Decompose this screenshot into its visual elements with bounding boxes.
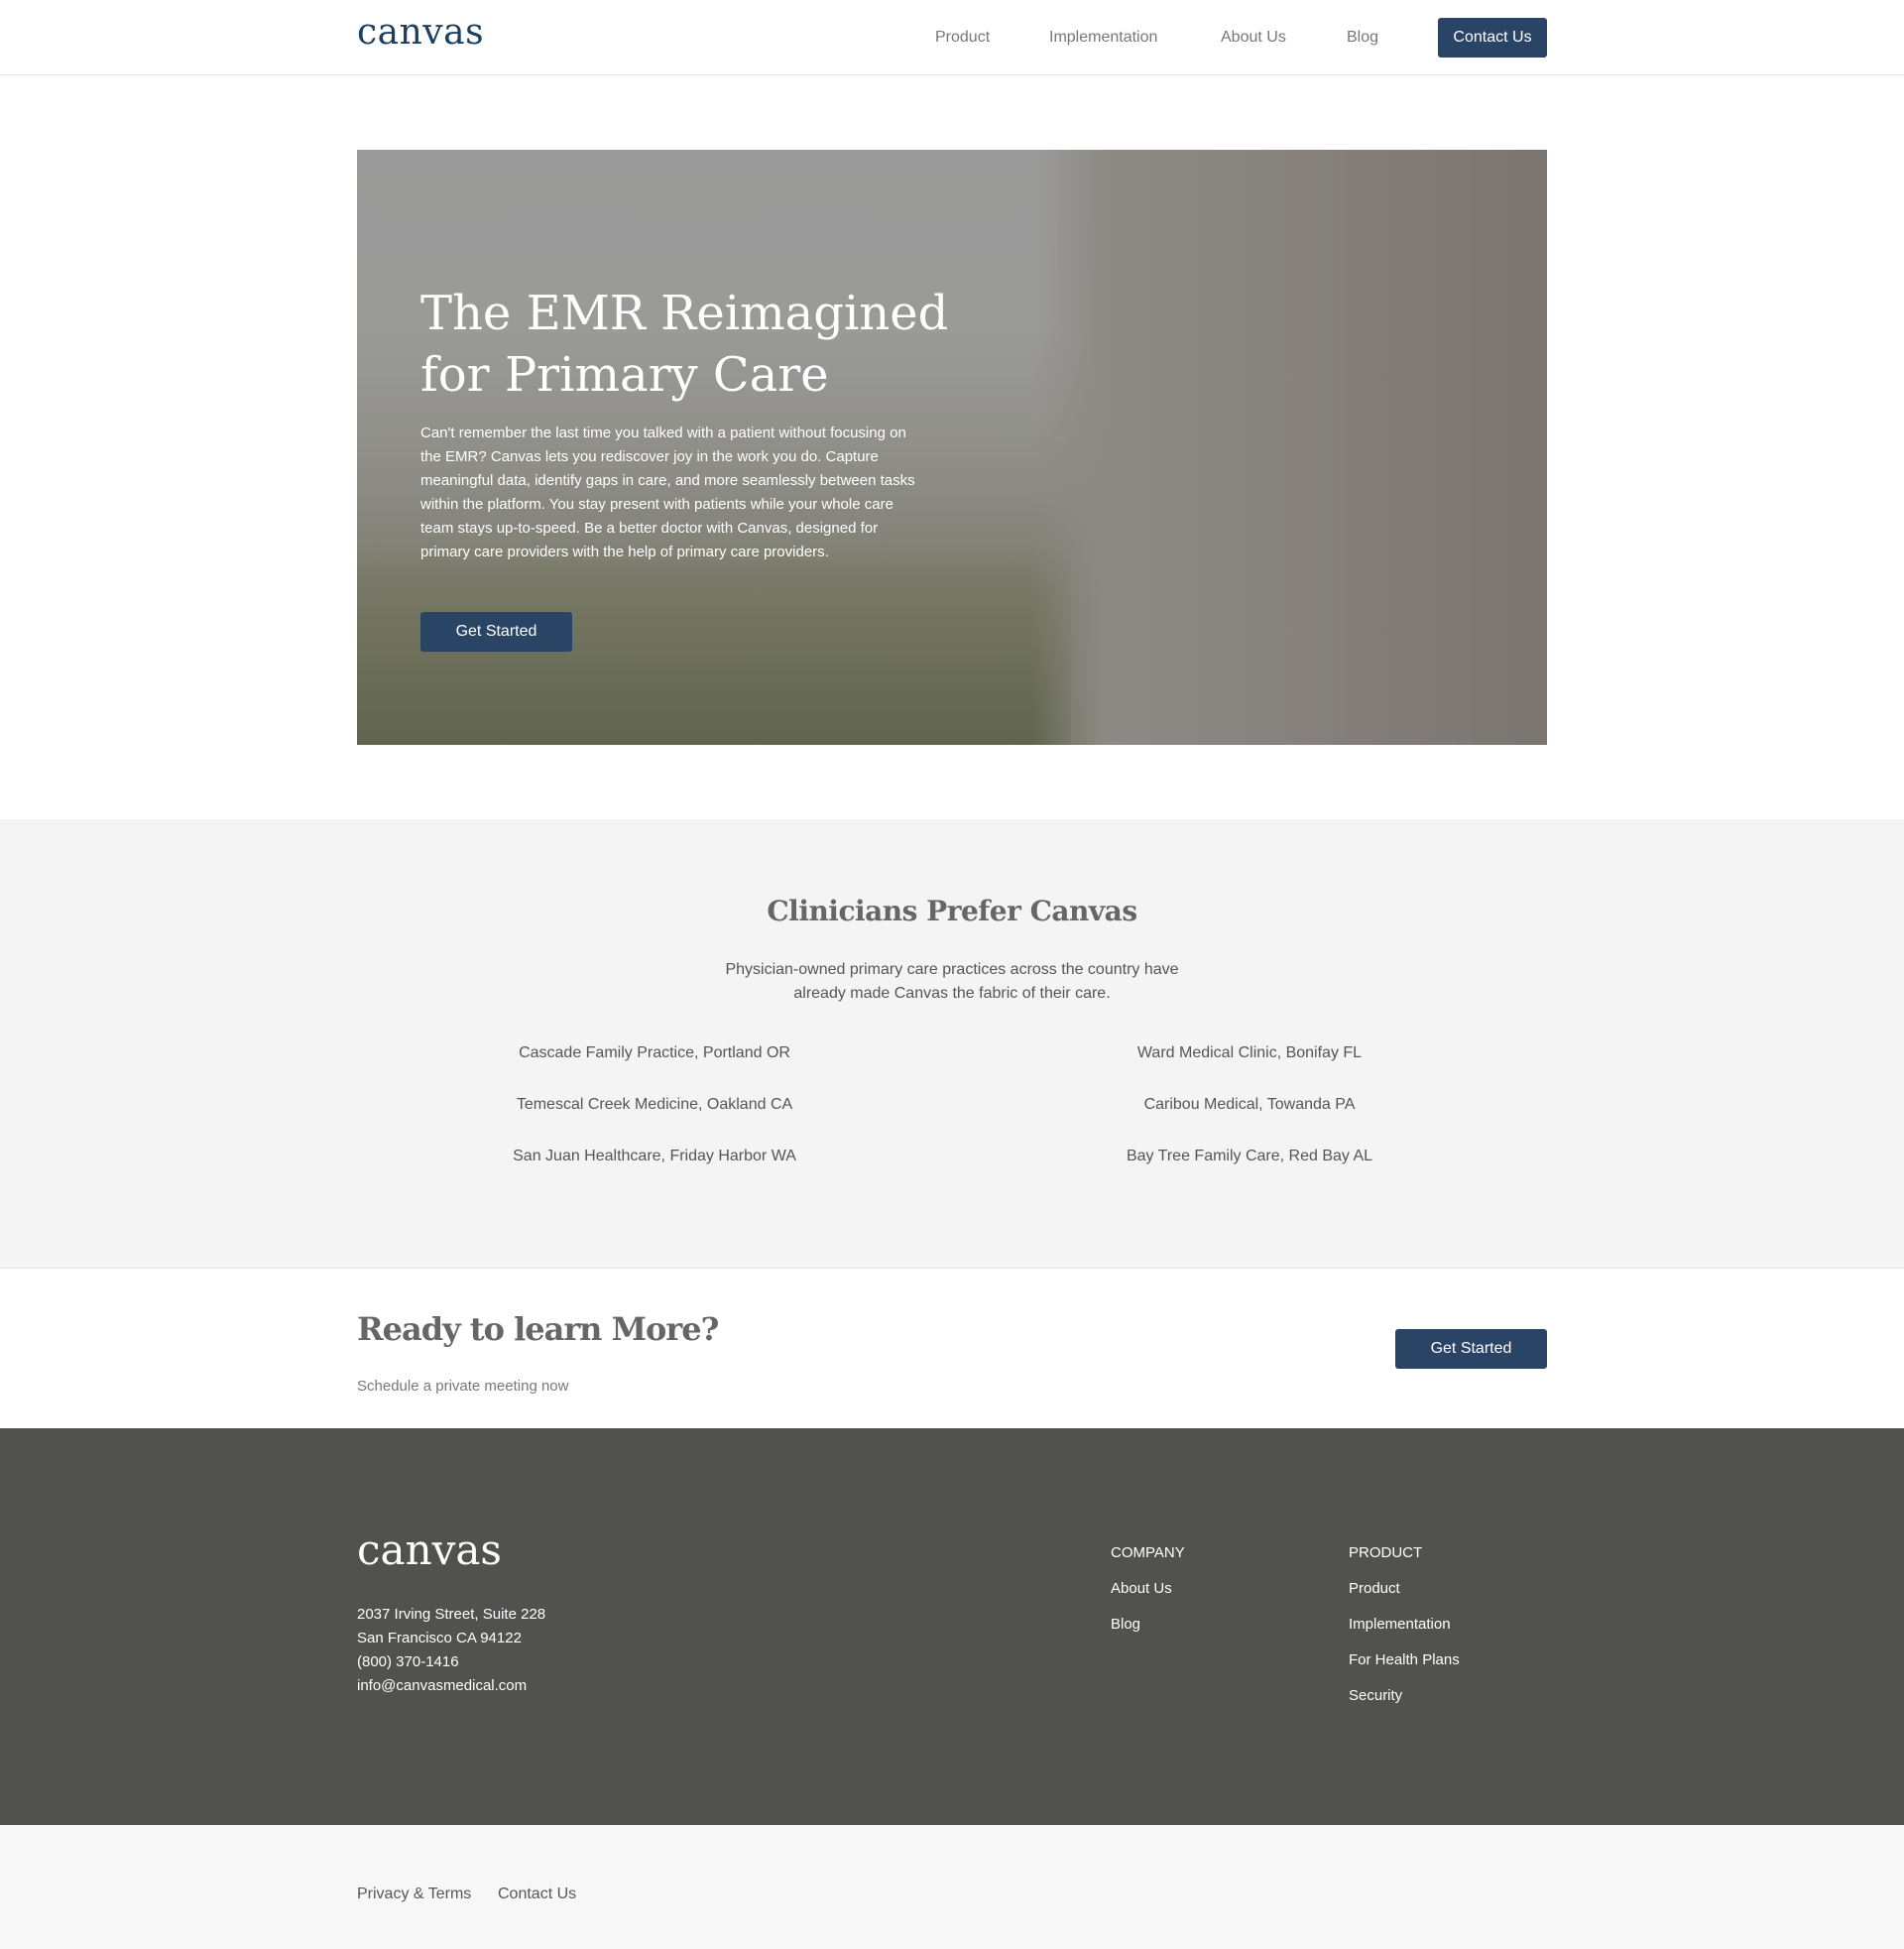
clinic-list-right: Ward Medical Clinic, Bonifay FL Caribou … <box>1051 1043 1448 1198</box>
clinic-list-left: Cascade Family Practice, Portland OR Tem… <box>456 1043 853 1198</box>
footer-link-about-us[interactable]: About Us <box>1111 1580 1185 1616</box>
nav-link-blog[interactable]: Blog <box>1347 29 1378 47</box>
bottom-contact-link[interactable]: Contact Us <box>498 1886 576 1903</box>
address-email: info@canvasmedical.com <box>357 1677 528 1694</box>
nav-link-about-us[interactable]: About Us <box>1221 29 1286 47</box>
site-header: canvas Product Implementation About Us B… <box>0 0 1904 75</box>
footer-logo[interactable]: canvas <box>357 1525 502 1574</box>
footer-product-title: PRODUCT <box>1349 1544 1423 1561</box>
clinic-item: Ward Medical Clinic, Bonifay FL <box>1136 1044 1363 1061</box>
privacy-terms-link[interactable]: Privacy & Terms <box>357 1886 471 1903</box>
clinic-item: Caribou Medical, Towanda PA <box>1143 1096 1356 1113</box>
footer-link-security[interactable]: Security <box>1349 1687 1460 1723</box>
nav-link-implementation[interactable]: Implementation <box>1049 29 1157 47</box>
site-footer: canvas 2037 Irving Street, Suite 228 San… <box>0 1428 1904 1825</box>
footer-product-column: PRODUCT Product Implementation For Healt… <box>1349 1544 1460 1723</box>
nav-item-blog[interactable]: Blog <box>1347 0 1378 75</box>
clinicians-subtitle: Physician-owned primary care practices a… <box>725 961 1179 1002</box>
cta-section: Ready to learn More? Schedule a private … <box>0 1269 1904 1428</box>
footer-company-column: COMPANY About Us Blog <box>1111 1544 1185 1651</box>
footer-link-implementation[interactable]: Implementation <box>1349 1616 1460 1651</box>
cta-subtitle: Schedule a private meeting now <box>357 1378 569 1395</box>
contact-us-button[interactable]: Contact Us <box>1438 18 1547 58</box>
nav-item-about-us[interactable]: About Us <box>1221 0 1286 75</box>
footer-address: 2037 Irving Street, Suite 228 San Franci… <box>357 1603 545 1698</box>
footer-link-health-plans[interactable]: For Health Plans <box>1349 1651 1460 1687</box>
address-phone: (800) 370-1416 <box>357 1653 459 1670</box>
hero-get-started-button[interactable]: Get Started <box>420 612 572 652</box>
clinicians-title: Clinicians Prefer Canvas <box>767 895 1137 927</box>
nav-item-implementation[interactable]: Implementation <box>1049 0 1157 75</box>
nav-link-product[interactable]: Product <box>935 29 990 47</box>
address-street: 2037 Irving Street, Suite 228 <box>357 1606 546 1623</box>
hero-banner: The EMR Reimagined for Primary Care Can'… <box>357 150 1547 745</box>
footer-company-title: COMPANY <box>1111 1544 1185 1561</box>
hero-title: The EMR Reimagined for Primary Care <box>420 286 949 403</box>
clinic-item: Temescal Creek Medicine, Oakland CA <box>516 1096 793 1113</box>
footer-link-product[interactable]: Product <box>1349 1580 1460 1616</box>
clinic-item: Cascade Family Practice, Portland OR <box>519 1044 790 1061</box>
clinicians-section: Clinicians Prefer Canvas Physician-owned… <box>0 819 1904 1269</box>
cta-get-started-button[interactable]: Get Started <box>1395 1329 1547 1369</box>
hero-description: Can't remember the last time you talked … <box>420 425 915 560</box>
logo[interactable]: canvas <box>357 12 484 53</box>
bottom-bar: Privacy & Terms Contact Us <box>0 1825 1904 1949</box>
footer-link-blog[interactable]: Blog <box>1111 1616 1185 1651</box>
clinic-item: San Juan Healthcare, Friday Harbor WA <box>513 1148 796 1164</box>
address-city: San Francisco CA 94122 <box>357 1630 522 1646</box>
nav-item-product[interactable]: Product <box>935 0 990 75</box>
clinic-item: Bay Tree Family Care, Red Bay AL <box>1126 1148 1373 1164</box>
hero-photo-woman <box>1031 150 1547 745</box>
cta-title: Ready to learn More? <box>357 1310 719 1348</box>
